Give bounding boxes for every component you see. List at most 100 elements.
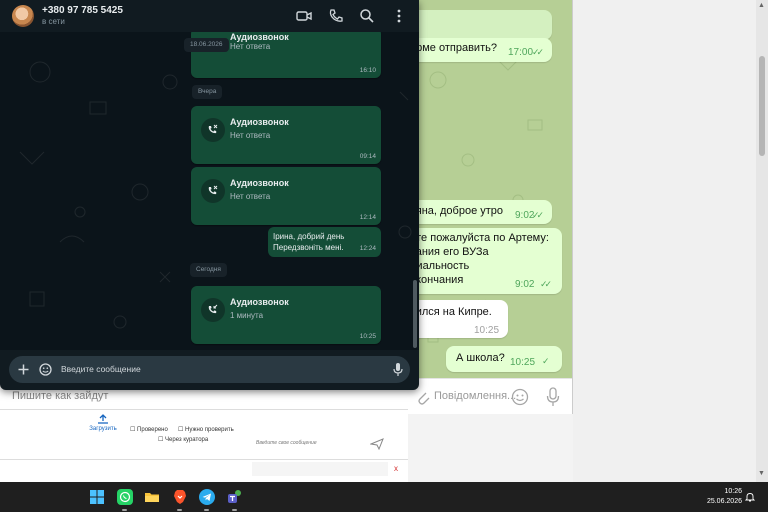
message-text: чился на Кипре. <box>410 306 492 318</box>
checkbox-needs-check[interactable]: ☐ Нужно проверить <box>178 426 234 433</box>
contact-name[interactable]: +380 97 785 5425 <box>42 5 123 16</box>
checkbox-curator-label: Через куратора <box>165 437 209 443</box>
message-text: вания его ВУЗа <box>410 246 489 258</box>
upload-label: Загрузить <box>89 426 117 432</box>
attach-icon[interactable] <box>416 389 430 405</box>
plus-icon[interactable] <box>18 364 29 375</box>
call-title: Аудиозвонок <box>230 117 289 127</box>
checkbox-checked-label: Проверено <box>137 427 168 433</box>
call-message: Аудиозвонок Нет ответа 09:14 <box>191 106 381 164</box>
date-separator: Вчера <box>192 85 223 99</box>
video-call-icon[interactable] <box>296 8 312 24</box>
message-bubble: А школа? 10:25 ✓ <box>446 346 562 372</box>
description-input[interactable]: Введите свое сообщение <box>252 434 388 454</box>
message-time: 12:24 <box>359 245 376 252</box>
check-icon: ✓ <box>542 356 549 366</box>
bottom-row <box>252 462 388 476</box>
double-check-icon: ✓✓ <box>532 47 544 57</box>
message-bubble: орме отправить? 17:00 ✓✓ <box>408 38 552 62</box>
teams-icon[interactable] <box>227 489 243 505</box>
chat-header[interactable]: +380 97 785 5425 в сети <box>0 0 419 32</box>
message-input-placeholder: Введите сообщение <box>61 364 141 374</box>
message-time: 10:25 <box>359 333 376 340</box>
message-time: 9:02 <box>515 279 535 290</box>
clock-date: 25.06.2026 <box>706 498 742 505</box>
message-input-bar[interactable]: Введите сообщение <box>9 356 410 383</box>
emoji-icon[interactable] <box>511 388 529 406</box>
more-options-icon[interactable] <box>391 8 407 24</box>
call-title: Аудиозвонок <box>230 32 289 42</box>
running-indicator <box>177 509 182 511</box>
call-message: Аудиозвонок Нет ответа 12:14 <box>191 167 381 225</box>
scrollbar[interactable]: ▲ ▼ <box>756 0 768 482</box>
compose-placeholder: Пишите как зайдут <box>12 390 109 402</box>
incoming-call-icon <box>201 298 225 322</box>
message-bubble: ите пожалуйста по Артему: вания его ВУЗа… <box>408 228 562 294</box>
double-check-icon: ✓✓ <box>532 210 544 220</box>
telegram-window: орме отправить? 17:00 ✓✓ ьяна, доброе ут… <box>408 0 573 414</box>
desktop-area <box>573 0 768 482</box>
message-time: 09:14 <box>359 153 376 160</box>
whatsapp-icon[interactable] <box>117 489 133 505</box>
message-time: 10:25 <box>474 325 500 336</box>
notification-bell-icon[interactable] <box>745 492 755 502</box>
message-text: Ірина, добрий день <box>273 232 345 241</box>
description-placeholder: Введите свое сообщение <box>256 440 317 446</box>
brave-icon[interactable] <box>172 489 188 505</box>
phone-icon[interactable] <box>328 8 344 24</box>
call-status: Нет ответа <box>230 192 271 201</box>
close-icon[interactable]: x <box>394 464 398 473</box>
chat-area: Аудиозвонок Нет ответа 16:10 18.06.2026 … <box>0 32 419 350</box>
upload-button[interactable]: Загрузить <box>88 414 118 444</box>
message-time: 17:00 <box>508 47 534 58</box>
telegram-icon[interactable] <box>199 489 215 505</box>
text-message: Ірина, добрий день Передзвоніть мені. 12… <box>268 227 381 257</box>
missed-call-icon <box>201 118 225 142</box>
call-title: Аудиозвонок <box>230 178 289 188</box>
running-indicator <box>122 509 127 511</box>
scroll-up-icon[interactable]: ▲ <box>758 2 765 9</box>
call-status: Нет ответа <box>230 42 271 51</box>
call-title: Аудиозвонок <box>230 297 289 307</box>
taskbar: 10:26 25.06.2026 <box>0 482 768 512</box>
upload-icon <box>98 414 108 424</box>
sticker-icon[interactable] <box>39 363 52 376</box>
microphone-icon[interactable] <box>546 387 560 407</box>
running-indicator <box>204 509 209 511</box>
start-icon[interactable] <box>89 489 105 505</box>
message-text: ите пожалуйста по Артему: <box>410 232 549 244</box>
message-text: А школа? <box>456 352 505 364</box>
call-status: Нет ответа <box>230 131 271 140</box>
message-text: ьяна, доброе утро <box>410 205 504 217</box>
avatar[interactable] <box>12 5 34 27</box>
date-separator: 18.06.2026 <box>184 38 229 52</box>
double-check-icon: ✓✓ <box>540 279 552 289</box>
clock-time: 10:26 <box>724 488 742 495</box>
chat-scrollbar-thumb[interactable] <box>413 280 417 348</box>
file-explorer-icon[interactable] <box>144 489 160 505</box>
microphone-icon[interactable] <box>393 362 403 377</box>
message-text: орме отправить? <box>410 42 497 54</box>
telegram-input-placeholder: Повідомлення... <box>434 390 517 402</box>
missed-call-icon <box>201 179 225 203</box>
message-time: 16:10 <box>359 67 376 74</box>
scrollbar-thumb[interactable] <box>759 56 765 156</box>
call-message: Аудиозвонок 1 минута 10:25 <box>191 286 381 344</box>
send-icon[interactable] <box>370 438 384 450</box>
telegram-input-bar[interactable]: Повідомлення... <box>408 378 572 414</box>
call-status: 1 минута <box>230 311 264 320</box>
search-icon[interactable] <box>359 8 375 24</box>
message-bubble-incoming: чился на Кипре. 10:25 <box>408 300 508 338</box>
whatsapp-window: +380 97 785 5425 в сети Аудиозвонок Нет … <box>0 0 419 390</box>
running-indicator <box>232 509 237 511</box>
scroll-down-icon[interactable]: ▼ <box>758 470 765 477</box>
checkbox-checked[interactable]: ☐ Проверено <box>130 426 168 433</box>
contact-status: в сети <box>42 17 65 26</box>
message-time: 10:25 <box>510 357 536 368</box>
message-bubble: ьяна, доброе утро 9:02 ✓✓ <box>408 200 552 224</box>
message-time: 12:14 <box>359 214 376 221</box>
checkbox-needs-label: Нужно проверить <box>185 427 234 433</box>
checkbox-curator[interactable]: ☐ Через куратора <box>158 436 208 443</box>
message-bubble <box>408 10 552 40</box>
clock[interactable]: 10:26 25.06.2026 <box>707 487 742 507</box>
